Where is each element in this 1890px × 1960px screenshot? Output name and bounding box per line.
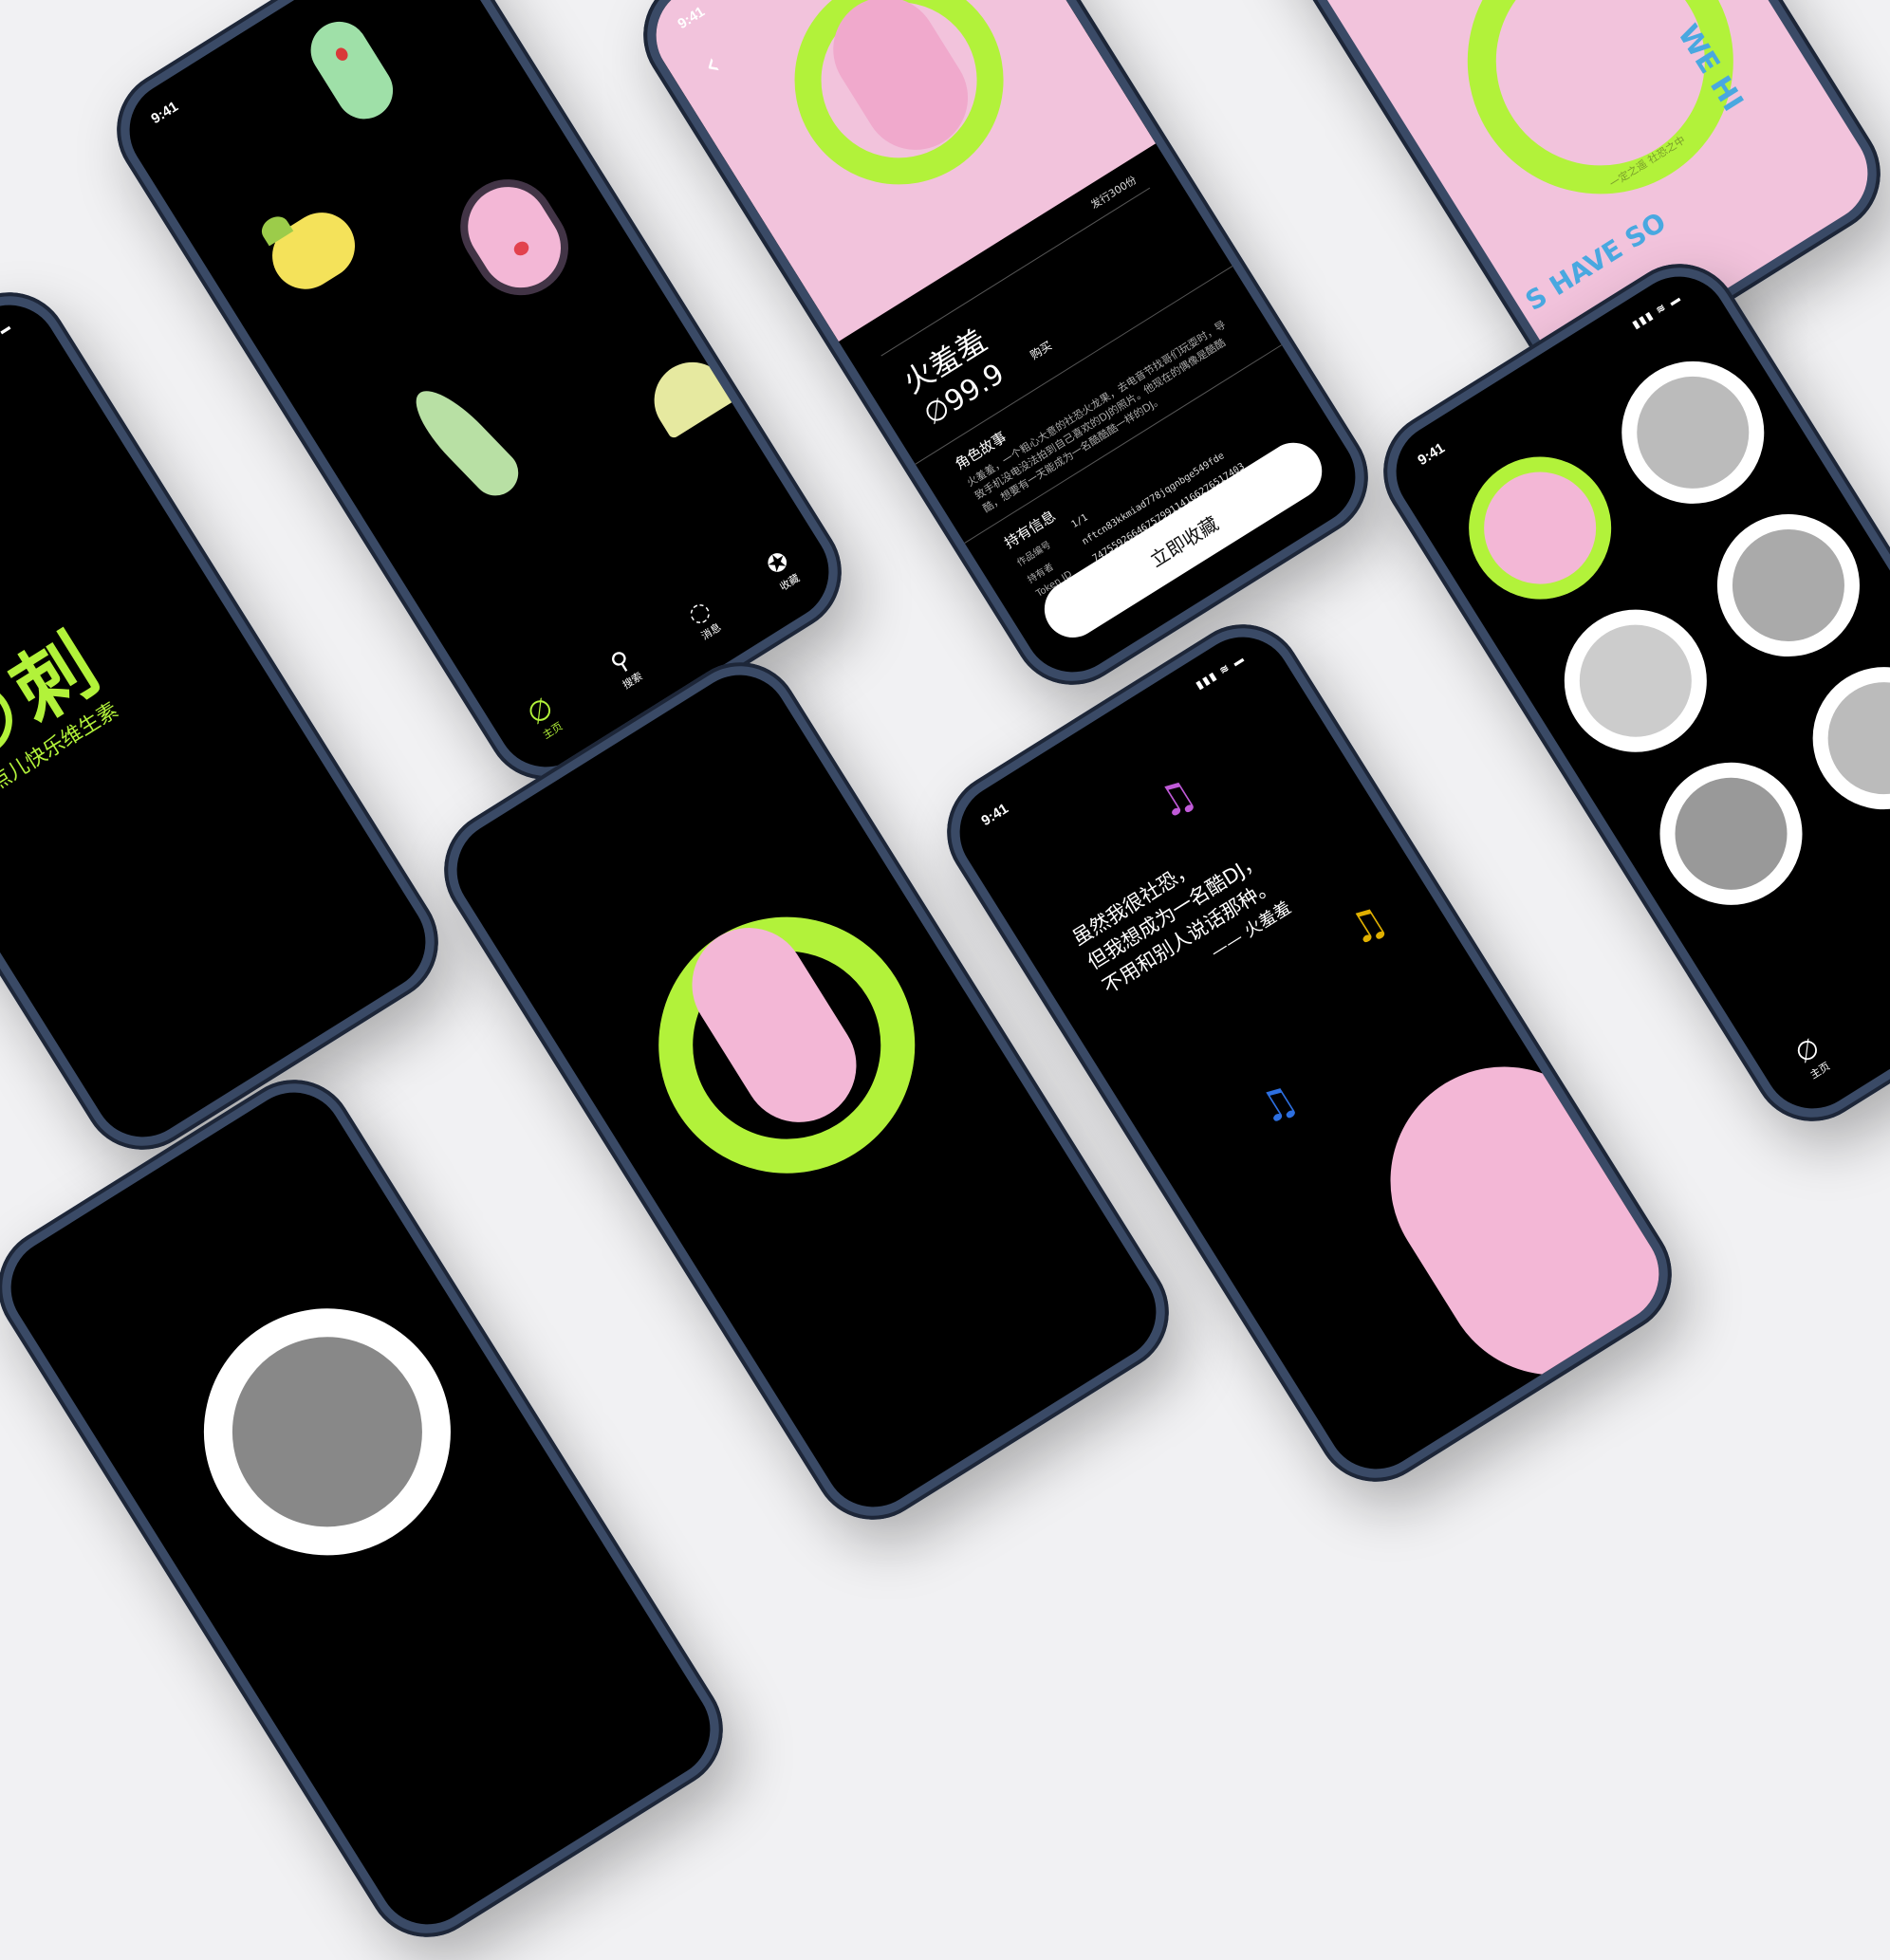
pineapple-character[interactable] (257, 199, 368, 302)
back-icon[interactable]: ‹ (696, 46, 728, 84)
status-bar: 9:41 ▮▮▮ ≋ ▬ (978, 652, 1250, 830)
large-character (1347, 1024, 1678, 1418)
tab-home[interactable]: ∅ 主页 (521, 691, 567, 744)
status-indicators: ▮▮▮ ≋ ▬ (1194, 652, 1248, 692)
collection-item-locked[interactable] (1786, 639, 1890, 837)
hero-image: 9:41 ▮▮▮ ≋ ▬ ‹ (637, 0, 1157, 342)
status-time: 9:41 (148, 98, 181, 128)
collection-item-locked[interactable] (1690, 487, 1887, 684)
status-indicators: ▮▮▮ ≋ ▬ (1630, 291, 1684, 331)
status-time: 9:41 (978, 800, 1011, 830)
field-value: 1/1 (1069, 512, 1090, 531)
pineapple-leaves (257, 212, 294, 247)
collection-item-locked[interactable] (1594, 334, 1791, 531)
collection-item-active[interactable] (1441, 430, 1639, 626)
tab-search[interactable]: ⚲ 搜索 (604, 644, 645, 693)
tab-messages[interactable]: ◌ 消息 (683, 595, 725, 643)
aloe-character[interactable] (402, 378, 528, 506)
cactus-face (333, 46, 351, 64)
status-time: 9:41 (675, 3, 708, 33)
locked-preview-screen (0, 1073, 730, 1944)
music-note-icon: ♫ (1338, 895, 1397, 956)
status-bar: 9:41 ▮▮▮ ≋ ▬ (0, 320, 16, 498)
status-time: 9:41 (1415, 439, 1448, 470)
tab-home[interactable]: ∅ 主页 (1789, 1031, 1834, 1082)
durian-character[interactable] (639, 347, 737, 440)
dragonfruit-mouth (511, 238, 532, 259)
quote-block: 虽然我很社恐， 但我想成为一名酷DJ， 不用和别人说话那种。 —— 火羞羞 (1066, 822, 1297, 1025)
music-note-icon: ♫ (1147, 768, 1205, 830)
dragonfruit-character[interactable] (453, 172, 576, 304)
phone-locked-preview (0, 1057, 746, 1960)
tab-favorites[interactable]: ✪ 收藏 (762, 546, 803, 595)
music-note-icon: ♫ (1249, 1074, 1306, 1136)
collection-item-locked[interactable] (1633, 735, 1829, 933)
collection-item-locked[interactable] (1537, 582, 1734, 780)
buy-link[interactable]: 购买 (1027, 337, 1054, 362)
status-indicators: ▮▮▮ ≋ ▬ (0, 320, 14, 360)
poster-ring (1417, 0, 1784, 245)
locked-ring (157, 1262, 498, 1602)
